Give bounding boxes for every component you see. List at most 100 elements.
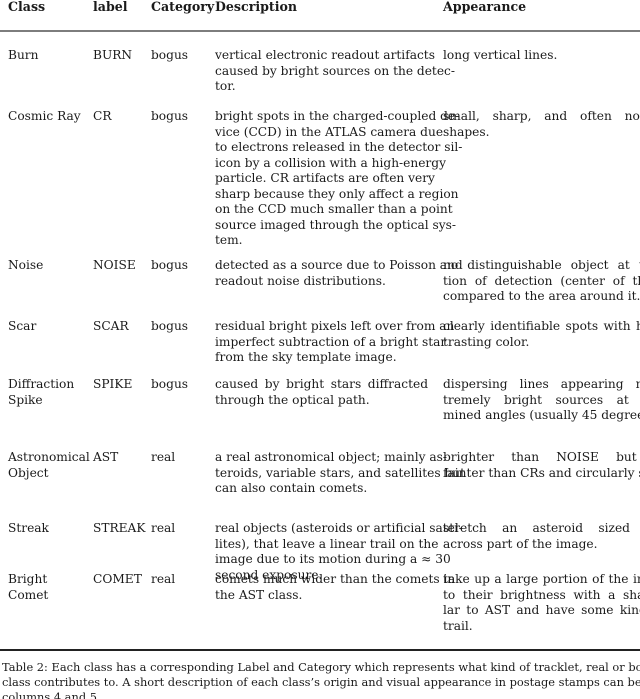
description-cell: comets much wider than the comets in the … [215, 572, 456, 603]
class-cell-line: Object [8, 465, 49, 480]
description-cell-line: to electrons released in the detector si… [215, 140, 463, 154]
appearance-cell: stretch an asteroid sized footpracross p… [443, 521, 640, 552]
appearance-cell-line: stretch an asteroid sized footpr [443, 521, 640, 535]
description-cell-line: from the sky template image. [215, 350, 397, 364]
description-cell: a real astronomical object; mainly as-te… [215, 450, 466, 497]
class-cell-line: Bright [8, 572, 48, 586]
description-cell-line: comets much wider than the comets in [215, 572, 456, 586]
appearance-cell-line: long vertical lines. [443, 48, 558, 62]
appearance-cell-line: trail. [443, 618, 473, 633]
appearance-cell-line: small, sharp, and often non-circu [443, 109, 640, 123]
appearance-cell-line: take up a large portion of the image d [443, 572, 640, 586]
appearance-cell-line: compared to the area around it. [443, 289, 640, 303]
appearance-cell-line: clearly identifiable spots with high co [443, 319, 640, 333]
description-cell: vertical electronic readout artifacts cau… [215, 48, 455, 95]
description-cell-line: bright spots in the charged-coupled de- [215, 109, 460, 123]
class-cell-line: Cosmic Ray [8, 109, 81, 123]
description-cell-line: source imaged through the optical sys- [215, 217, 457, 232]
label-cell: SPIKE [93, 377, 133, 391]
class-cell-line: Scar [8, 319, 37, 333]
class-cell: Diffraction Spike [8, 377, 88, 408]
table-caption: Table 2: Each class has a corresponding … [2, 660, 640, 699]
category-cell: real [151, 572, 176, 586]
header-category: Category [151, 0, 215, 14]
class-cell: Noise [8, 258, 88, 274]
class-cell: Bright Comet [8, 572, 88, 603]
appearance-cell: long vertical lines. [443, 48, 640, 64]
description-cell-line: teroids, variable stars, and satellites … [215, 465, 466, 480]
description-cell-line: imperfect subtraction of a bright star [215, 334, 447, 349]
appearance-cell: small, sharp, and often non-circushapes. [443, 109, 640, 140]
description-cell-line: vice (CCD) in the ATLAS camera due [215, 124, 444, 139]
appearance-cell-line: mined angles (usually 45 degrees). [443, 408, 640, 422]
description-cell: residual bright pixels left over from an… [215, 319, 455, 366]
appearance-cell-line: brighter than NOISE but usua [443, 450, 640, 464]
description-cell-line: readout noise distributions. [215, 273, 386, 288]
description-cell-line: tem. [215, 233, 243, 247]
appearance-cell-line: tremely bright sources at predet [443, 392, 640, 407]
table-top-rule [0, 30, 640, 32]
table-bottom-rule [0, 649, 640, 651]
category-cell: bogus [151, 377, 189, 391]
category-cell: real [151, 521, 176, 535]
caption-line: class contributes to. A short descriptio… [2, 675, 640, 689]
class-cell: Streak [8, 521, 88, 537]
description-cell-line: residual bright pixels left over from an [215, 319, 455, 333]
class-cell-line: Streak [8, 521, 49, 535]
description-cell-line: through the optical path. [215, 392, 370, 407]
category-cell: real [151, 450, 176, 464]
appearance-cell-line: shapes. [443, 124, 490, 139]
appearance-cell-line: lar to AST and have some kind of fa [443, 603, 640, 617]
description-cell-line: real objects (asteroids or artificial sa… [215, 521, 463, 535]
label-cell: COMET [93, 572, 142, 586]
appearance-cell: dispersing lines appearing near etremely… [443, 377, 640, 424]
class-cell: Cosmic Ray [8, 109, 88, 125]
class-cell: Scar [8, 319, 88, 335]
class-cell-line: Burn [8, 48, 39, 62]
class-cell-line: Comet [8, 587, 49, 602]
description-cell-line: can also contain comets. [215, 481, 368, 495]
header-description: Description [215, 0, 298, 14]
class-cell: Burn [8, 48, 88, 64]
appearance-cell: brighter than NOISE but usuafainter than… [443, 450, 640, 481]
label-cell: STREAK [93, 521, 146, 535]
label-cell: AST [93, 450, 119, 464]
caption-line: Table 2: Each class has a corresponding … [2, 660, 640, 674]
category-cell: bogus [151, 109, 189, 123]
description-cell: bright spots in the charged-coupled de-v… [215, 109, 463, 249]
category-cell: bogus [151, 48, 189, 62]
category-cell: bogus [151, 319, 189, 333]
category-cell: bogus [151, 258, 189, 272]
description-cell-line: caused by bright sources on the detec- [215, 63, 455, 78]
description-cell-line: lites), that leave a linear trail on the [215, 536, 439, 551]
label-cell: NOISE [93, 258, 136, 272]
appearance-cell: take up a large portion of the image dto… [443, 572, 640, 634]
appearance-cell-line: to their brightness with a shape sir [443, 587, 640, 602]
paper-page: Class label Category Description Appeara… [0, 0, 640, 699]
appearance-cell-line: trasting color. [443, 334, 530, 349]
appearance-cell-line: no distinguishable object at the po [443, 258, 640, 272]
description-cell-line: vertical electronic readout artifacts [215, 48, 435, 62]
appearance-cell-line: across part of the image. [443, 536, 598, 551]
description-cell-line: a real astronomical object; mainly as- [215, 450, 448, 464]
class-cell: Astronomical Object [8, 450, 90, 481]
label-cell: CR [93, 109, 112, 123]
description-cell-line: detected as a source due to Poisson and [215, 258, 463, 272]
description-cell-line: icon by a collision with a high-energy [215, 155, 446, 170]
appearance-cell-line: tion of detection (center of the ima [443, 273, 640, 288]
description-cell-line: sharp because they only affect a region [215, 186, 459, 201]
description-cell-line: tor. [215, 79, 236, 93]
appearance-cell: no distinguishable object at the potion … [443, 258, 640, 305]
appearance-cell: clearly identifiable spots with high cot… [443, 319, 640, 350]
description-cell-line: on the CCD much smaller than a point [215, 202, 453, 216]
class-cell-line: Noise [8, 258, 44, 272]
description-cell: detected as a source due to Poisson and r… [215, 258, 463, 289]
description-cell-line: the AST class. [215, 587, 303, 602]
label-cell: BURN [93, 48, 133, 62]
header-class: Class [8, 0, 46, 14]
header-label: label [93, 0, 128, 14]
class-cell-line: Spike [8, 392, 43, 407]
appearance-cell-line: fainter than CRs and circularly shap [443, 465, 640, 480]
class-cell-line: Astronomical [8, 450, 90, 464]
description-cell-line: caused by bright stars diffracted [215, 377, 428, 391]
